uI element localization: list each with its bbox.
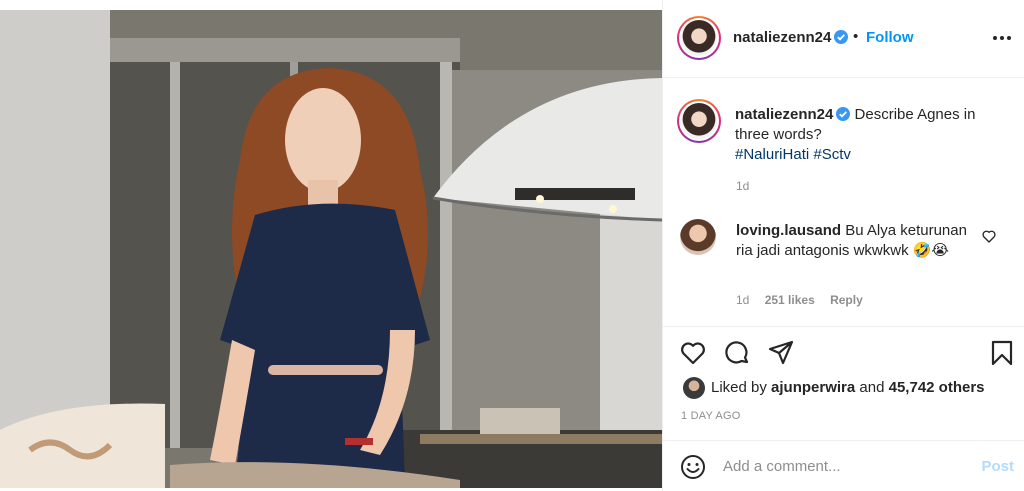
comment-like-icon[interactable] (981, 228, 997, 244)
comment-likes-count[interactable]: 251 likes (765, 293, 815, 307)
hashtag-link[interactable]: #NaluriHati (735, 146, 809, 163)
caption-timestamp[interactable]: 1d (736, 179, 749, 193)
reply-button[interactable]: Reply (830, 293, 863, 307)
commenter-username[interactable]: loving.lausand (736, 222, 841, 239)
post-photo-illustration (0, 10, 662, 488)
post-actions: Liked by ajunperwira and 45,742 others 1… (663, 326, 1024, 446)
photo-area (0, 0, 662, 491)
header-username-text[interactable]: nataliezenn24 (733, 29, 831, 46)
more-options-icon[interactable] (989, 28, 1015, 48)
heart-icon[interactable] (679, 339, 707, 367)
caption-username[interactable]: nataliezenn24 (735, 106, 851, 123)
follow-button[interactable]: Follow (866, 29, 914, 46)
commenter-avatar[interactable] (680, 219, 716, 255)
likes-others-count[interactable]: 45,742 others (889, 379, 985, 396)
hashtag-link[interactable]: #Sctv (813, 146, 851, 163)
header-username[interactable]: nataliezenn24 (733, 29, 849, 46)
liker-avatar[interactable] (683, 377, 705, 399)
comment: loving.lausand Bu Alya keturunan ria jad… (736, 221, 976, 261)
caption-author-avatar[interactable] (677, 99, 721, 143)
comments-section: nataliezenn24 Describe Agnes in three wo… (663, 79, 1024, 326)
verified-badge-icon (834, 30, 849, 44)
separator-dot: • (853, 28, 859, 45)
comment-timestamp[interactable]: 1d (736, 293, 749, 307)
verified-badge-icon (836, 107, 851, 121)
caption-hashtags: #NaluriHati #Sctv (735, 145, 1005, 165)
smiley-icon[interactable] (680, 454, 706, 480)
post-comment-button[interactable]: Post (981, 458, 1014, 475)
author-avatar[interactable] (677, 16, 721, 60)
post-header: nataliezenn24 • Follow (663, 0, 1024, 78)
post-caption: nataliezenn24 Describe Agnes in three wo… (735, 105, 1005, 165)
bookmark-icon[interactable] (988, 339, 1016, 367)
comment-input[interactable] (723, 453, 963, 479)
post-timestamp[interactable]: 1 DAY AGO (681, 410, 740, 422)
liker-username[interactable]: ajunperwira (771, 379, 855, 396)
instagram-post: nataliezenn24 • Follow nataliezenn24 Des… (0, 0, 1024, 491)
liked-by: Liked by ajunperwira and 45,742 others (711, 379, 985, 396)
post-photo[interactable] (0, 10, 662, 488)
comment-meta: 1d 251 likes Reply (736, 293, 875, 307)
comment-bubble-icon[interactable] (723, 339, 751, 367)
post-side-panel: nataliezenn24 • Follow nataliezenn24 Des… (662, 0, 1024, 491)
paper-plane-icon[interactable] (767, 339, 795, 367)
comment-composer: Post (663, 440, 1024, 491)
